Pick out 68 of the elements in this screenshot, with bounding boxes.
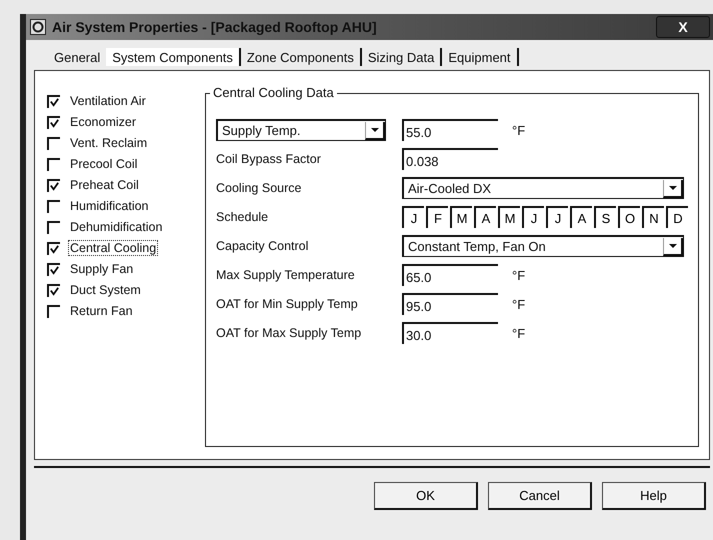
checkbox-label[interactable]: Economizer — [68, 114, 138, 130]
dropdown[interactable]: Constant Temp, Fan On — [402, 235, 684, 257]
field-label: Max Supply Temperature — [216, 268, 356, 282]
checkbox[interactable] — [47, 116, 60, 128]
checkbox[interactable] — [47, 262, 60, 276]
tab[interactable]: General — [48, 48, 106, 66]
month-button[interactable]: F — [426, 206, 448, 228]
field-label: OAT for Max Supply Temp — [216, 326, 362, 340]
checkbox-label[interactable]: Duct System — [68, 282, 143, 298]
checkbox[interactable] — [47, 158, 60, 170]
unit-label: °F — [512, 326, 526, 340]
unit-label: °F — [512, 122, 526, 138]
month-button[interactable]: S — [594, 206, 616, 228]
unit-label: °F — [512, 268, 526, 282]
checkbox-label[interactable]: Vent. Reclaim — [68, 135, 150, 151]
tab[interactable]: Zone Components — [240, 48, 362, 66]
tab[interactable]: Sizing Data — [362, 48, 442, 66]
checkbox-label[interactable]: Precool Coil — [68, 156, 140, 172]
month-button[interactable]: D — [666, 206, 688, 228]
checkbox[interactable] — [47, 200, 60, 212]
dialog-button[interactable]: OK — [374, 482, 478, 510]
input-field[interactable]: 95.0 — [402, 293, 498, 315]
field-label: Capacity Control — [216, 239, 310, 253]
tab[interactable]: Equipment — [442, 48, 519, 66]
month-button[interactable]: M — [450, 206, 472, 228]
checkbox-label[interactable]: Ventilation Air — [68, 93, 148, 109]
checkbox[interactable] — [47, 178, 60, 192]
caret-icon — [668, 184, 678, 190]
month-button[interactable]: A — [474, 206, 496, 228]
checkbox-label[interactable]: Preheat Coil — [68, 177, 141, 193]
field-label: Coil Bypass Factor — [216, 152, 322, 166]
checkbox[interactable] — [47, 94, 60, 108]
month-button[interactable]: M — [498, 206, 520, 228]
field-label: OAT for Min Supply Temp — [216, 297, 359, 311]
month-button[interactable]: A — [570, 206, 592, 228]
checkbox[interactable] — [47, 284, 60, 296]
caret-icon — [668, 242, 678, 248]
window-title: Air System Properties - [Packaged Rooftop AHU] — [52, 19, 378, 35]
month-button[interactable]: J — [402, 206, 424, 228]
tab[interactable]: System Components — [106, 48, 241, 66]
field-label: Schedule — [216, 210, 270, 224]
input-field[interactable]: 55.0 — [402, 119, 498, 141]
checkbox-label[interactable]: Dehumidification — [68, 219, 164, 235]
checkbox[interactable] — [47, 136, 60, 150]
unit-label: °F — [512, 296, 526, 312]
month-button[interactable]: N — [642, 206, 664, 228]
app-icon — [30, 19, 46, 35]
input-field[interactable]: 65.0 — [402, 264, 498, 286]
dropdown[interactable]: Air-Cooled DX — [402, 177, 684, 199]
checkbox[interactable] — [47, 304, 60, 318]
dialog-button[interactable]: Cancel — [488, 482, 592, 510]
checkbox-label[interactable]: Humidification — [68, 198, 151, 214]
checkbox-label[interactable]: Supply Fan — [68, 261, 136, 277]
group-title: Central Cooling Data — [210, 85, 337, 100]
input-field[interactable]: 0.038 — [402, 148, 498, 170]
input-field[interactable]: 30.0 — [402, 322, 498, 344]
checkbox-label[interactable]: Return Fan — [68, 303, 135, 319]
close-button[interactable]: X — [656, 16, 710, 38]
dropdown[interactable]: Supply Temp. — [216, 119, 386, 141]
caret-icon — [370, 126, 380, 132]
dialog-button[interactable]: Help — [602, 482, 706, 510]
checkbox-label[interactable]: Central Cooling — [68, 240, 158, 256]
month-button[interactable]: J — [546, 206, 568, 228]
checkbox[interactable] — [47, 242, 60, 254]
month-button[interactable]: O — [618, 206, 640, 228]
field-label: Cooling Source — [216, 181, 302, 195]
checkbox[interactable] — [47, 220, 60, 234]
month-button[interactable]: J — [522, 206, 544, 228]
